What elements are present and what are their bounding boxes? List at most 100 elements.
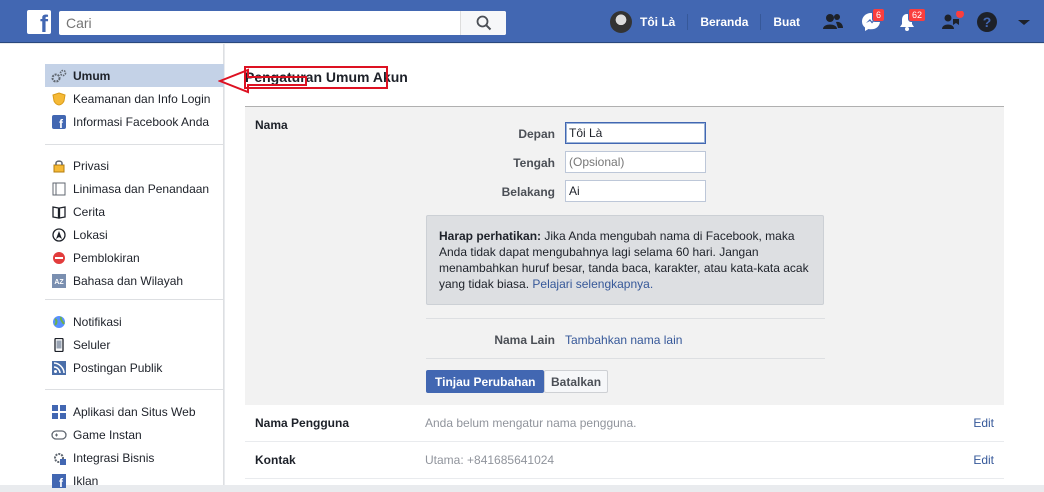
sidebar-item-general[interactable]: Umum: [45, 64, 224, 87]
mobile-icon: [51, 337, 67, 353]
search-input[interactable]: [59, 11, 459, 35]
sidebar-group-account: Umum Keamanan dan Info Login f Informasi…: [45, 64, 224, 145]
sidebar-item-language[interactable]: AZ Bahasa dan Wilayah: [45, 269, 224, 292]
profile-link[interactable]: Tôi Là Beranda Buat: [610, 0, 800, 43]
help-button[interactable]: ?: [976, 11, 998, 33]
question-icon: ?: [977, 12, 997, 32]
search-icon: [476, 15, 492, 31]
account-menu-button[interactable]: [1013, 11, 1035, 33]
sidebar-item-business-integrations[interactable]: Integrasi Bisnis: [45, 446, 224, 469]
messages-badge: 6: [872, 8, 886, 22]
sidebar-item-stories[interactable]: Cerita: [45, 200, 224, 223]
sidebar-group-apps: Aplikasi dan Situs Web Game Instan Integ…: [45, 400, 224, 490]
sidebar-item-your-info[interactable]: f Informasi Facebook Anda: [45, 110, 224, 133]
learn-more-link[interactable]: Pelajari selengkapnya.: [532, 277, 653, 291]
chevron-down-icon: [1018, 20, 1030, 25]
home-link[interactable]: Beranda: [700, 15, 748, 29]
location-icon: [51, 227, 67, 243]
sidebar-item-label: Integrasi Bisnis: [73, 450, 155, 465]
svg-text:AZ: AZ: [54, 279, 64, 286]
profile-name: Tôi Là: [640, 14, 676, 29]
messenger-button[interactable]: 6: [860, 8, 886, 33]
shield-icon: [51, 91, 67, 107]
sidebar-item-label: Seluler: [73, 337, 111, 352]
username-edit-link[interactable]: Edit: [973, 416, 994, 430]
rss-icon: [51, 360, 67, 376]
top-navigation-bar: f Tôi Là Beranda Buat 6 62 ?: [0, 0, 1044, 43]
notifications-button[interactable]: 62: [896, 8, 927, 33]
middle-name-field[interactable]: [565, 151, 706, 173]
first-name-label: Depan: [518, 127, 555, 141]
sidebar-item-label: Informasi Facebook Anda: [73, 114, 210, 129]
facebook-icon: f: [51, 114, 67, 130]
username-row[interactable]: Nama Pengguna Anda belum mengatur nama p…: [245, 405, 1004, 442]
sidebar-item-notifications[interactable]: Notifikasi: [45, 310, 224, 333]
sidebar-item-label: Iklan: [73, 473, 99, 488]
ads-icon: f: [51, 473, 67, 489]
sidebar-item-timeline[interactable]: Linimasa dan Penandaan: [45, 177, 224, 200]
friends-icon: [823, 14, 843, 29]
notifications-badge: 62: [908, 8, 927, 22]
avatar: [610, 10, 632, 33]
gears-icon: [51, 68, 67, 84]
block-icon: [51, 250, 67, 266]
sidebar-item-label: Linimasa dan Penandaan: [73, 181, 210, 196]
nav-divider: [760, 13, 762, 30]
business-icon: [51, 450, 67, 466]
sidebar-item-privacy[interactable]: Privasi: [45, 154, 224, 177]
last-name-field[interactable]: [565, 180, 706, 202]
middle-name-label: Tengah: [513, 156, 555, 170]
gamepad-icon: [51, 427, 67, 443]
divider: [426, 318, 825, 319]
friend-requests-button[interactable]: [822, 11, 844, 33]
timeline-icon: [51, 181, 67, 197]
last-name-label: Belakang: [501, 185, 555, 199]
sidebar-item-label: Aplikasi dan Situs Web: [73, 404, 196, 419]
sidebar-item-label: Game Instan: [73, 427, 142, 442]
sidebar-item-public-posts[interactable]: Postingan Publik: [45, 356, 224, 379]
review-changes-button[interactable]: Tinjau Perubahan: [426, 370, 545, 393]
sidebar-item-apps[interactable]: Aplikasi dan Situs Web: [45, 400, 224, 423]
search-box: [59, 11, 506, 35]
username-value: Anda belum mengatur nama pengguna.: [425, 416, 637, 430]
sidebar-item-label: Keamanan dan Info Login: [73, 91, 211, 106]
other-names-label: Nama Lain: [494, 333, 555, 347]
sidebar-item-ads[interactable]: f Iklan: [45, 469, 224, 492]
username-label: Nama Pengguna: [255, 416, 350, 430]
quick-help-community-button[interactable]: [940, 10, 964, 33]
red-arrow-annotation: [218, 68, 307, 94]
sidebar-item-label: Cerita: [73, 204, 106, 219]
notice-heading: Harap perhatikan:: [439, 229, 542, 243]
first-name-field[interactable]: [565, 122, 706, 144]
search-button[interactable]: [460, 11, 506, 35]
sidebar-group-notifications: Notifikasi Seluler Postingan Publik: [45, 310, 224, 390]
name-section-label: Nama: [255, 118, 288, 132]
sidebar-item-label: Umum: [73, 68, 111, 83]
divider: [426, 358, 825, 359]
name-change-notice: Harap perhatikan: Jika Anda mengubah nam…: [426, 215, 824, 305]
people-alert-icon: [942, 10, 964, 29]
sidebar-item-label: Privasi: [73, 158, 110, 173]
apps-icon: [51, 404, 67, 420]
sidebar-item-label: Pemblokiran: [73, 250, 140, 265]
svg-text:?: ?: [983, 14, 992, 30]
sidebar-item-label: Lokasi: [73, 227, 108, 242]
sidebar-item-mobile[interactable]: Seluler: [45, 333, 224, 356]
sidebar-group-privacy: Privasi Linimasa dan Penandaan Cerita Lo…: [45, 154, 224, 300]
contact-row[interactable]: Kontak Utama: +841685641024 Edit: [245, 442, 1004, 479]
lock-icon: [51, 158, 67, 174]
cancel-button[interactable]: Batalkan: [544, 370, 609, 393]
sidebar-item-security[interactable]: Keamanan dan Info Login: [45, 87, 224, 110]
sidebar-item-blocking[interactable]: Pemblokiran: [45, 246, 224, 269]
sidebar-item-location[interactable]: Lokasi: [45, 223, 224, 246]
contact-edit-link[interactable]: Edit: [973, 453, 994, 467]
nav-divider: [687, 13, 689, 30]
add-other-name-link[interactable]: Tambahkan nama lain: [565, 333, 682, 347]
book-icon: [51, 204, 67, 220]
sidebar-item-label: Postingan Publik: [73, 360, 163, 375]
create-link[interactable]: Buat: [773, 15, 800, 29]
contact-label: Kontak: [255, 453, 296, 467]
sidebar-item-instant-games[interactable]: Game Instan: [45, 423, 224, 446]
sidebar-item-label: Notifikasi: [73, 314, 122, 329]
facebook-logo-icon[interactable]: f: [27, 10, 51, 37]
